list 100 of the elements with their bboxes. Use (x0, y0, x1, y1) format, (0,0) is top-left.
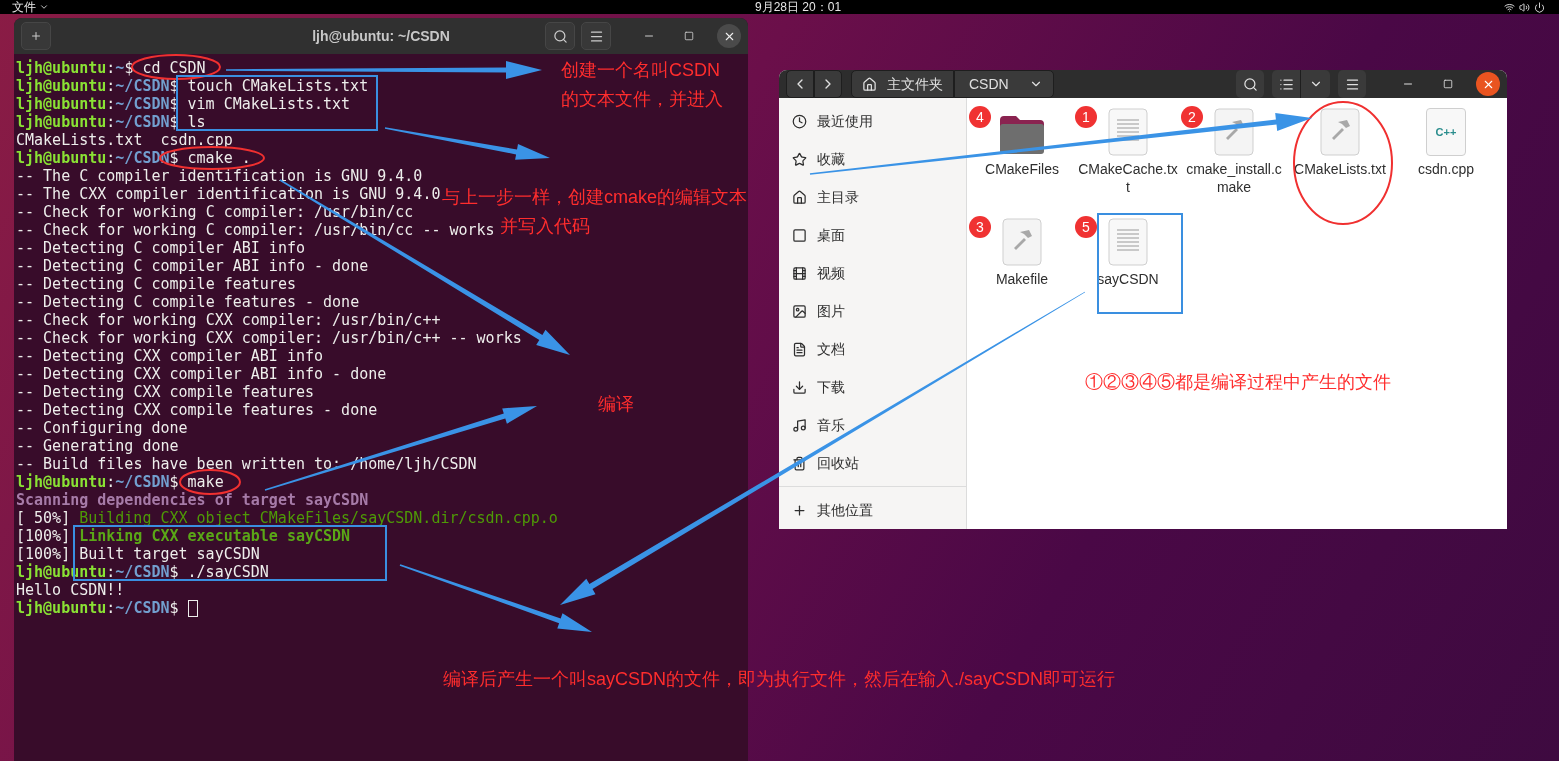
search-icon (1242, 76, 1258, 92)
prompt-separator: : (106, 113, 116, 131)
hammer-file-icon (1214, 108, 1254, 156)
image-icon (792, 303, 807, 319)
file-name: CMakeFiles (984, 160, 1060, 178)
output-line: Built target sayCSDN (79, 545, 260, 563)
document-icon (792, 341, 807, 357)
file-item[interactable]: CMakeFiles 4 (969, 106, 1075, 216)
new-tab-button[interactable] (21, 22, 51, 50)
prompt-symbol: $ (169, 599, 179, 617)
sidebar-item[interactable]: 桌面 (779, 216, 966, 254)
command-text: ls (187, 113, 206, 131)
prompt-separator: : (106, 59, 116, 77)
prompt-user: ljh@ubuntu (16, 95, 107, 113)
prompt-symbol: $ (169, 149, 179, 167)
prompt-path: ~/CSDN (115, 563, 170, 581)
sidebar-item[interactable]: 视频 (779, 254, 966, 292)
prompt-separator: : (106, 77, 116, 95)
sidebar-item[interactable]: 图片 (779, 292, 966, 330)
search-button[interactable] (1236, 70, 1264, 98)
prompt-user: ljh@ubuntu (16, 599, 107, 617)
prompt-separator: : (106, 95, 116, 113)
sidebar-item[interactable]: 最近使用 (779, 102, 966, 140)
clock: 9月28日 20：01 (755, 0, 842, 14)
prompt-separator: : (106, 563, 116, 581)
file-name: CMakeCache.txt (1078, 160, 1178, 196)
prompt-user: ljh@ubuntu (16, 59, 107, 77)
plus-icon (792, 502, 807, 518)
prompt-symbol: $ (169, 473, 179, 491)
prompt-separator: : (106, 149, 116, 167)
prompt-user: ljh@ubuntu (16, 473, 107, 491)
forward-button[interactable] (814, 70, 842, 98)
star-icon (792, 151, 807, 167)
network-icon[interactable] (1504, 1, 1515, 13)
sidebar-item[interactable]: 主目录 (779, 178, 966, 216)
output-line: CMakeLists.txt csdn.cpp (16, 131, 233, 149)
file-name: cmake_install.cmake (1185, 160, 1283, 196)
list-icon (1278, 76, 1294, 92)
annotation-note: 与上一步一样，创建cmake的编辑文本 (442, 186, 747, 209)
film-icon (792, 265, 807, 281)
output-line: -- Detecting C compile features - done (16, 293, 360, 311)
path-current-button[interactable]: CSDN (954, 70, 1054, 98)
close-button[interactable] (717, 24, 741, 48)
file-item[interactable]: Makefile 3 (969, 216, 1075, 326)
sidebar-item[interactable]: 下载 (779, 368, 966, 406)
annotation-note: ①②③④⑤都是编译过程中产生的文件 (1085, 371, 1391, 394)
maximize-icon (684, 31, 694, 41)
file-name: Makefile (994, 270, 1050, 288)
folder-icon (998, 114, 1046, 156)
maximize-icon (1443, 79, 1453, 89)
app-menu[interactable]: 文件 (4, 0, 49, 14)
output-line: -- Check for working CXX compiler: /usr/bin/c++ (16, 311, 441, 329)
output-line: -- Configuring done (16, 419, 188, 437)
search-button[interactable] (545, 22, 575, 50)
file-item[interactable]: sayCSDN 5 (1075, 216, 1181, 326)
prompt-symbol: $ (169, 563, 179, 581)
annotation-note: 编译 (598, 393, 634, 416)
view-list-button[interactable] (1272, 70, 1301, 98)
number-badge: 3 (969, 216, 991, 238)
output-line: -- Detecting C compile features (16, 275, 296, 293)
back-button[interactable] (786, 70, 814, 98)
path-home-button[interactable]: 主文件夹 (851, 70, 954, 98)
command-text: cd CSDN (142, 59, 206, 77)
prompt-separator: : (106, 473, 116, 491)
document-icon (1108, 218, 1148, 266)
sidebar-item[interactable]: 其他位置 (779, 491, 966, 529)
volume-icon[interactable] (1519, 1, 1530, 13)
command-text: cmake . (187, 149, 251, 167)
hammer-file-icon (1002, 218, 1042, 266)
document-icon (1108, 108, 1148, 156)
close-button[interactable] (1476, 72, 1500, 96)
music-icon (792, 417, 807, 433)
file-name: csdn.cpp (1416, 160, 1475, 178)
output-line: Building CXX object CMakeFiles/sayCSDN.dir/csdn.cpp.o (79, 509, 558, 527)
file-item[interactable]: CMakeLists.txt (1287, 106, 1393, 216)
menu-icon (1344, 76, 1360, 92)
output-line: Scanning dependencies of target sayCSDN (16, 491, 369, 509)
file-name: sayCSDN (1096, 270, 1160, 288)
menu-button[interactable] (1338, 70, 1366, 98)
menu-button[interactable] (581, 22, 611, 50)
progress-percent: [100%] (16, 527, 71, 545)
prompt-path: ~/CSDN (115, 599, 170, 617)
sidebar-item[interactable]: 文档 (779, 330, 966, 368)
prompt-separator: : (106, 599, 116, 617)
output-line: -- Detecting CXX compile features (16, 383, 314, 401)
sidebar-item[interactable]: 音乐 (779, 406, 966, 444)
prompt-path: ~/CSDN (115, 473, 170, 491)
progress-percent: [100%] (16, 545, 71, 563)
annotation-note: 的文本文件，并进入 (561, 88, 723, 111)
power-icon[interactable] (1534, 1, 1545, 13)
file-item[interactable]: C++ csdn.cpp (1393, 106, 1499, 216)
command-text: vim CMakeLists.txt (187, 95, 351, 113)
plus-icon (30, 30, 42, 42)
hammer-file-icon (1320, 108, 1360, 156)
output-line: Hello CSDN!! (16, 581, 125, 599)
number-badge: 4 (969, 106, 991, 128)
output-line: -- Detecting CXX compiler ABI info - done (16, 365, 387, 383)
command-text: make (187, 473, 224, 491)
prompt-path: ~ (115, 59, 125, 77)
sidebar-item[interactable]: 收藏 (779, 140, 966, 178)
